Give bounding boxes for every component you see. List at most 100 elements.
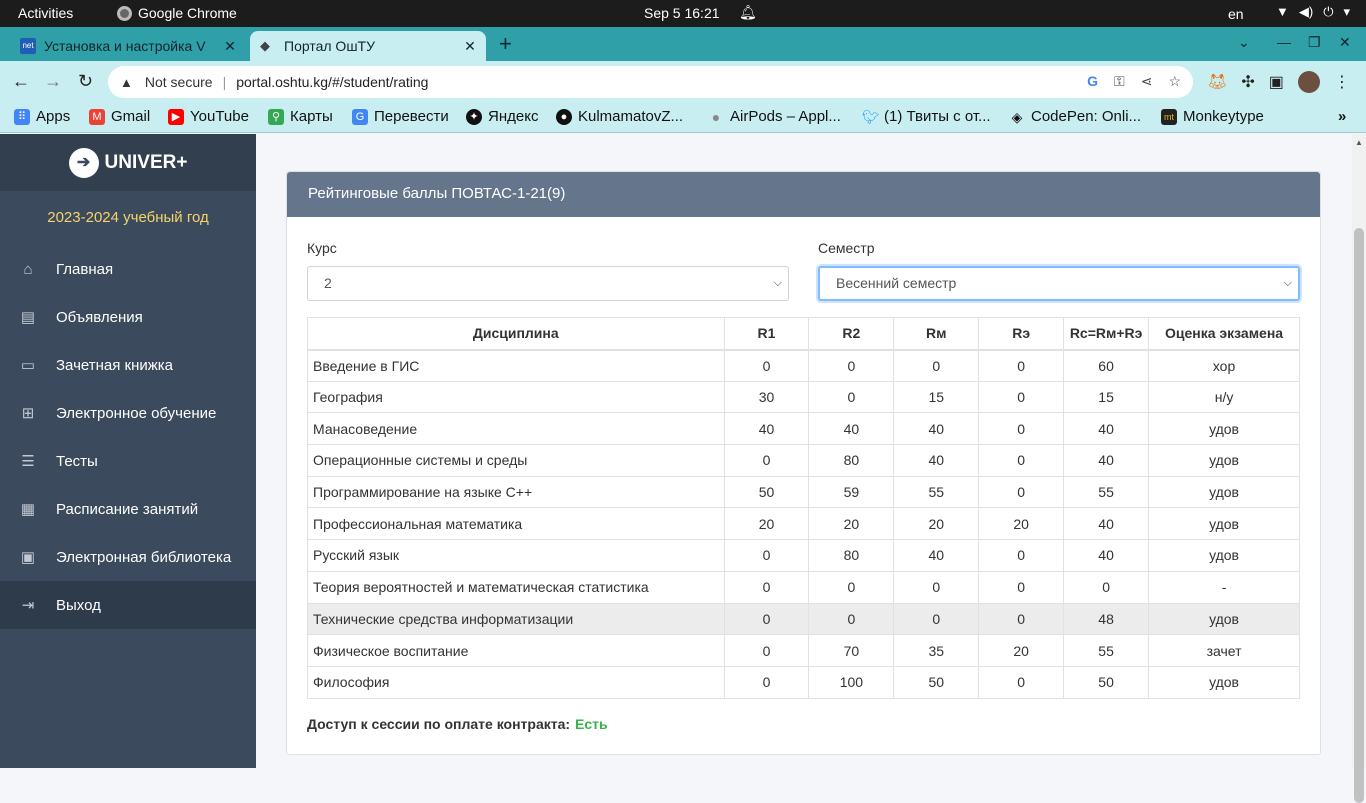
vnet-favicon-icon: net bbox=[20, 38, 36, 54]
score-cell: - bbox=[1148, 570, 1300, 604]
announcements-icon: ▤ bbox=[20, 309, 36, 326]
app-menu[interactable]: Google Chrome bbox=[117, 5, 237, 21]
share-icon[interactable]: ⋖ bbox=[1141, 73, 1153, 90]
system-tray[interactable]: ▼ ◀) ⏻ ▾ bbox=[1276, 4, 1350, 20]
close-icon[interactable]: ✕ bbox=[220, 38, 240, 55]
sidebar-item-announcements[interactable]: ▤ Объявления bbox=[0, 293, 256, 341]
sidebar-item-schedule[interactable]: ▦ Расписание занятий bbox=[0, 485, 256, 533]
table-row[interactable]: Операционные системы и среды 0 80 40 0 40 удов bbox=[307, 444, 1300, 477]
score-cell: 0 bbox=[723, 602, 810, 636]
score-cell: удов bbox=[1148, 475, 1300, 509]
score-cell: 40 bbox=[1063, 444, 1150, 477]
score-cell: 0 bbox=[893, 602, 980, 636]
table-row[interactable]: Введение в ГИС 0 0 0 0 60 хор bbox=[307, 349, 1300, 382]
table-row[interactable]: Русский язык 0 80 40 0 40 удов bbox=[307, 539, 1300, 572]
url-text[interactable]: portal.oshtu.kg/#/student/rating bbox=[236, 74, 428, 90]
column-header: Rм bbox=[893, 317, 980, 351]
puzzle-icon[interactable]: ✣ bbox=[1241, 72, 1254, 92]
bookmarks-overflow-icon[interactable]: » bbox=[1338, 108, 1346, 125]
semester-select[interactable]: Весенний семестр ⌵ bbox=[818, 266, 1300, 301]
bookmark-translate[interactable]: G Перевести bbox=[352, 108, 449, 125]
new-tab-button[interactable]: + bbox=[499, 31, 512, 57]
course-select-value: 2 bbox=[324, 275, 332, 291]
sidebar-item-tests[interactable]: ☰ Тесты bbox=[0, 437, 256, 485]
score-cell: 100 bbox=[808, 665, 895, 699]
brand[interactable]: ➔ UNIVER+ bbox=[0, 134, 256, 191]
score-cell: 15 bbox=[893, 380, 980, 414]
language-indicator[interactable]: en bbox=[1228, 6, 1244, 22]
sidebar-item-home[interactable]: ⌂ Главная bbox=[0, 245, 256, 293]
close-icon[interactable]: ✕ bbox=[460, 38, 480, 55]
sidebar-item-label: Объявления bbox=[56, 308, 143, 326]
bookmark-monkeytype[interactable]: mt Monkeytype bbox=[1161, 108, 1264, 125]
google-icon[interactable]: G bbox=[1087, 73, 1098, 90]
table-row[interactable]: Философия 0 100 50 0 50 удов bbox=[307, 665, 1300, 699]
window-close-icon[interactable]: ✕ bbox=[1339, 34, 1351, 51]
page-scrollbar[interactable]: ▲ bbox=[1352, 134, 1366, 803]
key-icon[interactable]: ⚿ bbox=[1114, 73, 1125, 90]
bookmark-airpods[interactable]: ● AirPods – Appl... bbox=[708, 108, 841, 125]
table-row[interactable]: География 30 0 15 0 15 н/у bbox=[307, 380, 1300, 414]
table-row[interactable]: Профессиональная математика 20 20 20 20 40 удо… bbox=[307, 507, 1300, 541]
score-cell: 80 bbox=[808, 539, 895, 572]
sidebar-item-record-book[interactable]: ▭ Зачетная книжка bbox=[0, 341, 256, 389]
warning-icon[interactable]: ▲ bbox=[120, 75, 133, 90]
extensions-area: 🦊︎ ✣ ▣ ⋮ bbox=[1207, 71, 1350, 93]
score-cell: 0 bbox=[978, 602, 1065, 636]
sidebar-item-e-learning[interactable]: ⊞ Электронное обучение bbox=[0, 389, 256, 437]
bookmark-youtube[interactable]: ▶ YouTube bbox=[168, 108, 249, 125]
activities-button[interactable]: Activities bbox=[18, 5, 73, 21]
profile-avatar[interactable] bbox=[1297, 71, 1320, 93]
score-cell: 50 bbox=[893, 665, 980, 699]
score-cell: 15 bbox=[1063, 380, 1150, 414]
metamask-icon[interactable]: 🦊︎ bbox=[1207, 72, 1227, 92]
forward-arrow-icon[interactable]: → bbox=[44, 71, 62, 92]
score-cell: удов bbox=[1148, 539, 1300, 572]
bookmark-gmail[interactable]: M Gmail bbox=[89, 108, 150, 125]
logout-icon: ⇥ bbox=[21, 597, 35, 614]
discipline-cell: Физическое воспитание bbox=[307, 634, 725, 667]
separator: | bbox=[222, 74, 227, 90]
bookmark-twitter[interactable]: 🐦︎ (1) Твиты с от... bbox=[862, 108, 991, 125]
menu-dots-icon[interactable]: ⋮ bbox=[1334, 72, 1350, 92]
browser-tab-portal[interactable]: ◆ Портал ОшТУ ✕ bbox=[250, 31, 486, 61]
scroll-up-icon[interactable]: ▲ bbox=[1355, 138, 1363, 147]
sidebar-item-logout[interactable]: ⇥ Выход bbox=[0, 581, 256, 629]
restore-icon[interactable]: ❐ bbox=[1308, 34, 1321, 51]
table-row[interactable]: Программирование на языке С++ 50 59 55 0 55 уд… bbox=[307, 475, 1300, 509]
table-row[interactable]: Технические средства информатизации 0 0 0 0 4… bbox=[307, 602, 1300, 636]
bookmarks-bar: ⠿ Apps M Gmail ▶ YouTube ⚲ Карты G Перевести … bbox=[0, 103, 1366, 133]
record-book-icon: ▭ bbox=[20, 357, 36, 374]
score-cell: 40 bbox=[723, 412, 810, 446]
rating-table: Дисциплина R1 R2 Rм Rэ Rc=Rм+Rэ Оценка э… bbox=[307, 317, 1300, 699]
column-header: Оценка экзамена bbox=[1148, 317, 1300, 351]
sidebar: ➔ UNIVER+ 2023-2024 учебный год ⌂ Главна… bbox=[0, 134, 256, 768]
discipline-cell: География bbox=[307, 380, 725, 414]
table-row[interactable]: Физическое воспитание 0 70 35 20 55 зачет bbox=[307, 634, 1300, 667]
bookmark-codepen[interactable]: ◈ CodePen: Onli... bbox=[1009, 108, 1141, 125]
table-row[interactable]: Теория вероятностей и математическая ста… bbox=[307, 570, 1300, 604]
minimize-icon[interactable]: — bbox=[1277, 34, 1291, 50]
youtube-icon: ▶ bbox=[168, 108, 184, 125]
scrollbar-thumb[interactable] bbox=[1354, 228, 1364, 803]
sidebar-item-label: Зачетная книжка bbox=[56, 356, 174, 374]
score-cell: 0 bbox=[893, 349, 980, 382]
tab-search-icon[interactable]: ⌄ bbox=[1238, 34, 1250, 51]
table-row[interactable]: Манасоведение 40 40 40 0 40 удов bbox=[307, 412, 1300, 446]
browser-tab-vnet[interactable]: net Установка и настройка V ✕ bbox=[10, 31, 246, 61]
course-select[interactable]: 2 ⌵ bbox=[307, 266, 789, 301]
bookmark-apps[interactable]: ⠿ Apps bbox=[14, 108, 70, 125]
bookmark-github[interactable]: ● KulmamatovZ... bbox=[556, 108, 683, 125]
address-bar[interactable]: ▲ Not secure | portal.oshtu.kg/#/student… bbox=[108, 66, 1193, 98]
reload-icon[interactable]: ↻ bbox=[78, 71, 93, 92]
sidebar-item-library[interactable]: ▣ Электронная библиотека bbox=[0, 533, 256, 581]
clock[interactable]: Sep 5 16:21 bbox=[644, 5, 720, 21]
score-cell: 40 bbox=[893, 444, 980, 477]
star-icon[interactable]: ☆ bbox=[1168, 73, 1181, 90]
score-cell: 70 bbox=[808, 634, 895, 667]
bookmark-yandex[interactable]: ✦ Яндекс bbox=[466, 108, 538, 125]
bookmark-maps[interactable]: ⚲ Карты bbox=[268, 108, 333, 125]
side-panel-icon[interactable]: ▣ bbox=[1269, 72, 1284, 92]
score-cell: 20 bbox=[808, 507, 895, 541]
back-arrow-icon[interactable]: ← bbox=[12, 71, 30, 92]
